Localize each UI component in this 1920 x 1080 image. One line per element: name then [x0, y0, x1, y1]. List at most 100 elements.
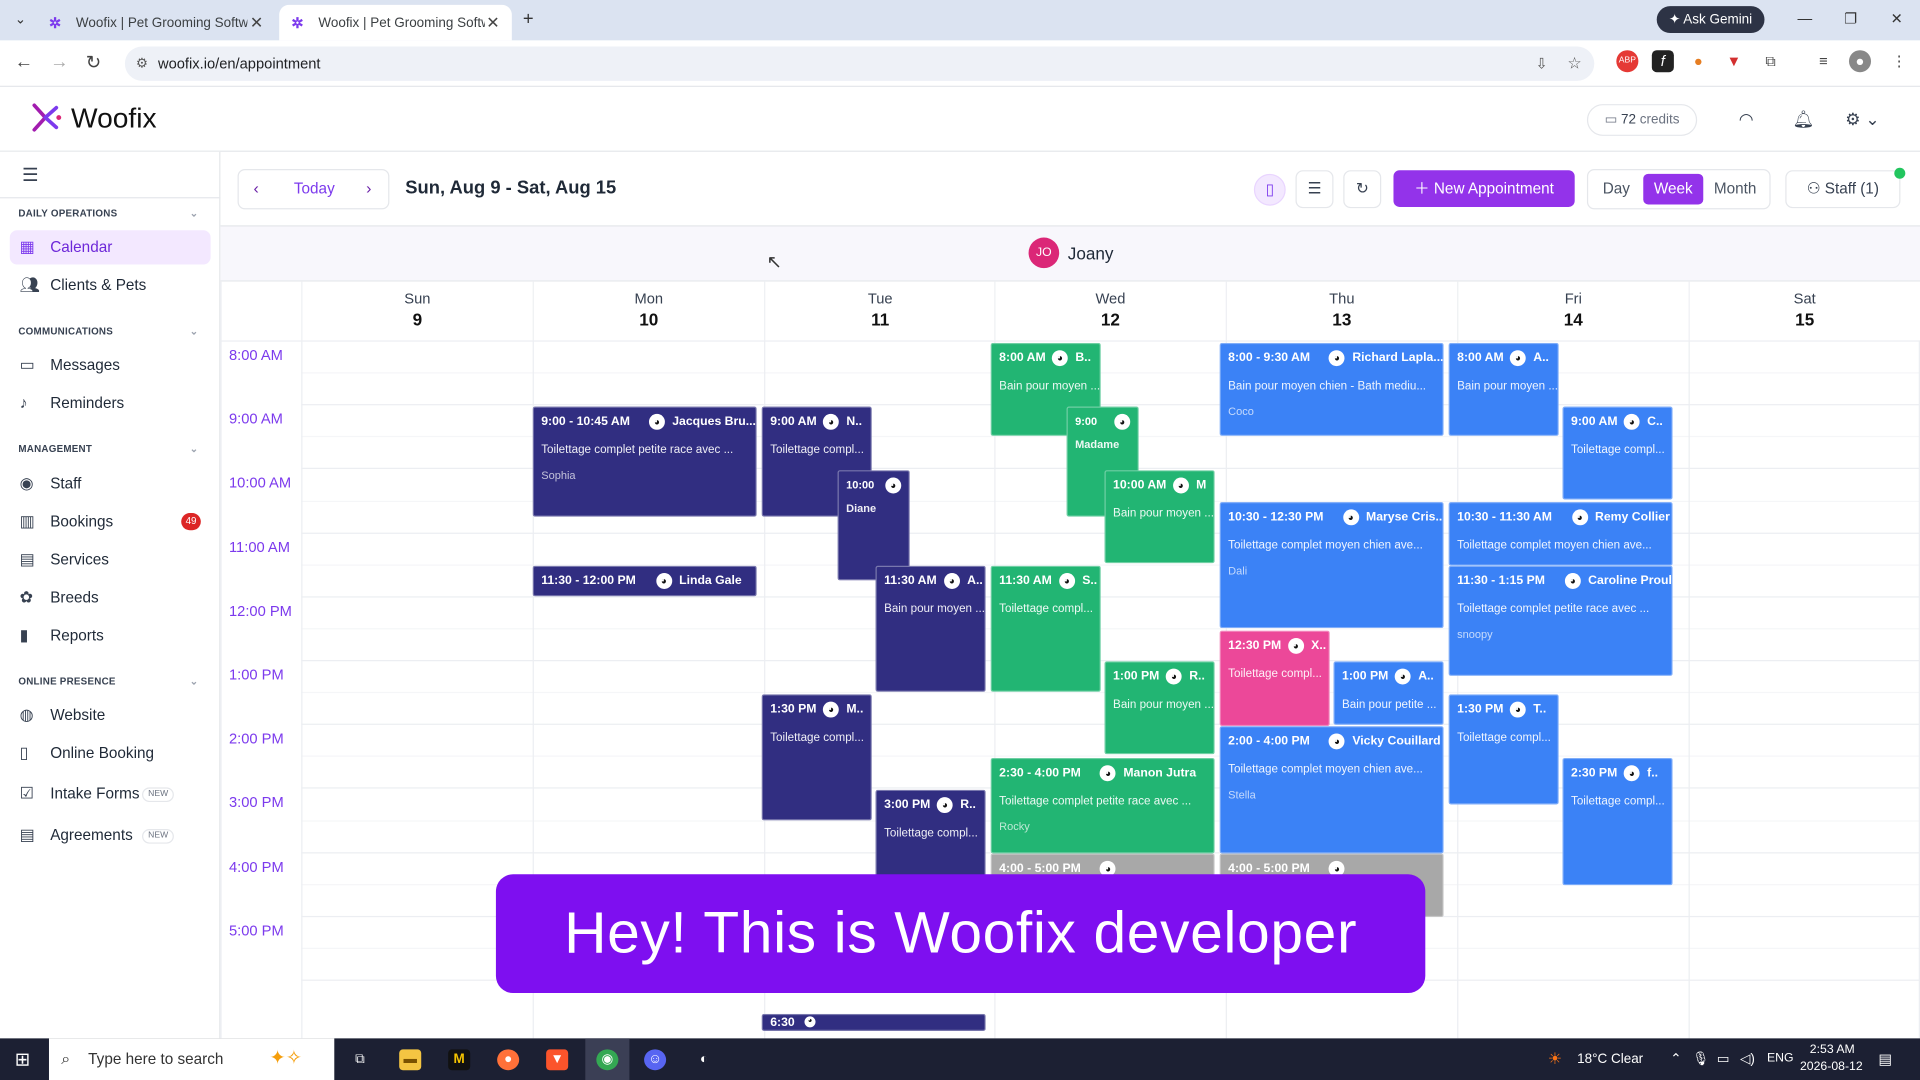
refresh-icon[interactable]: ↻: [1343, 170, 1382, 209]
sidebar-item-website[interactable]: ◍ Website: [10, 698, 211, 732]
next-week-icon[interactable]: ›: [366, 179, 371, 197]
volume-icon[interactable]: ◁): [1740, 1051, 1755, 1067]
appointment-card[interactable]: 1:00 PM ◕ A.. Bain pour petite ...: [1333, 661, 1444, 725]
ask-gemini-button[interactable]: ✦ Ask Gemini: [1656, 6, 1765, 34]
firefox-icon[interactable]: ●: [497, 1049, 520, 1071]
day-header-mon[interactable]: Mon 10: [532, 281, 764, 341]
appointment-card[interactable]: 2:30 - 4:00 PM ◕ Manon Jutra Toilettage com…: [990, 757, 1215, 854]
day-header-fri[interactable]: Fri 14: [1457, 281, 1688, 341]
profile-avatar[interactable]: ●: [1848, 50, 1872, 73]
chrome-icon[interactable]: ◉: [596, 1049, 619, 1071]
adblock-icon[interactable]: ABP: [1616, 50, 1639, 73]
appointment-card[interactable]: 8:00 AM ◕ A.. Bain pour moyen ...: [1448, 342, 1559, 436]
browser-tab-1[interactable]: ✲ Woofix | Pet Grooming Software ✕: [37, 5, 276, 41]
appointment-card[interactable]: 1:00 PM ◕ R.. Bain pour moyen ...: [1104, 661, 1215, 755]
extension-icon[interactable]: ●: [1687, 50, 1709, 72]
task-view-icon[interactable]: ⧉: [349, 1049, 371, 1070]
appointment-card[interactable]: 8:00 - 9:30 AM ◕ Richard Lapla... Bain pour…: [1219, 342, 1444, 436]
appointment-card[interactable]: 1:30 PM ◕ M.. Toilettage compl...: [761, 694, 872, 821]
install-app-icon[interactable]: ⇩: [1536, 47, 1548, 81]
support-headset-icon[interactable]: ◠: [1739, 109, 1754, 130]
today-button[interactable]: Today: [294, 180, 335, 197]
forward-icon[interactable]: →: [50, 51, 68, 72]
hamburger-menu-icon[interactable]: ☰: [22, 164, 38, 186]
url-field[interactable]: ⚙ woofix.io/en/appointment ⇩ ☆: [124, 46, 1595, 81]
site-settings-icon[interactable]: ⚙: [136, 47, 148, 81]
view-month-button[interactable]: Month: [1708, 174, 1762, 205]
appointment-card[interactable]: 10:00 AM ◕ M Bain pour moyen ...: [1104, 470, 1215, 564]
sidebar-item-online-booking[interactable]: ▯ Online Booking: [10, 736, 211, 770]
tab-list-icon[interactable]: ⌄: [15, 11, 26, 27]
notification-center-icon[interactable]: ▤: [1878, 1051, 1892, 1068]
close-tab-icon[interactable]: ✕: [486, 13, 499, 33]
tray-chevron-icon[interactable]: ⌃: [1670, 1051, 1681, 1067]
sidebar-item-reminders[interactable]: ♪ Reminders: [10, 386, 211, 420]
restore-icon[interactable]: ❐: [1844, 10, 1857, 27]
sidebar-item-services[interactable]: ▤ Services: [10, 542, 211, 576]
appointment-card[interactable]: 11:30 - 1:15 PM ◕ Caroline Proulx Toilettag…: [1448, 565, 1673, 676]
close-window-icon[interactable]: ✕: [1891, 10, 1903, 27]
steam-icon[interactable]: ◐: [693, 1049, 715, 1070]
clock-time[interactable]: 2:53 AM: [1810, 1043, 1855, 1056]
bookmark-star-icon[interactable]: ☆: [1567, 47, 1581, 81]
day-header-thu[interactable]: Thu 13: [1225, 281, 1457, 341]
appointment-card[interactable]: 2:00 - 4:00 PM ◕ Vicky Couillard Toilettage…: [1219, 726, 1444, 854]
appointment-card[interactable]: 10:00 ◕ Diane: [837, 470, 910, 581]
brave-icon[interactable]: ▼: [546, 1049, 569, 1071]
settings-gear-icon[interactable]: ⚙ ⌄: [1845, 109, 1879, 130]
section-daily-operations[interactable]: DAILY OPERATIONS ⌄: [18, 208, 198, 219]
close-tab-icon[interactable]: ✕: [250, 13, 263, 33]
file-explorer-icon[interactable]: ▬: [399, 1049, 422, 1071]
discord-icon[interactable]: ☺: [644, 1049, 667, 1071]
view-day-button[interactable]: Day: [1593, 174, 1640, 205]
appointment-card[interactable]: 10:30 - 11:30 AM ◕ Remy Collier Toilettage …: [1448, 502, 1673, 566]
sidebar-item-messages[interactable]: ▭ Messages: [10, 348, 211, 382]
app-m-icon[interactable]: M: [448, 1049, 471, 1071]
extensions-puzzle-icon[interactable]: ⧉: [1760, 50, 1782, 72]
browser-tab-2[interactable]: ✲ Woofix | Pet Grooming Software ✕: [279, 4, 512, 41]
sidebar-item-clients-pets[interactable]: 👥︎ Clients & Pets: [10, 268, 211, 302]
appointment-card[interactable]: 12:30 PM ◕ X.. Toilettage compl...: [1219, 630, 1330, 727]
sidebar-item-intake-forms[interactable]: ☑ Intake Forms NEW: [10, 776, 211, 810]
sidebar-item-breeds[interactable]: ✿ Breeds: [10, 580, 211, 614]
credits-pill[interactable]: ▭ 72 credits: [1586, 104, 1698, 136]
appointment-card[interactable]: 2:30 PM ◕ f.. Toilettage compl...: [1562, 757, 1673, 886]
day-header-tue[interactable]: Tue 11: [764, 281, 995, 341]
appointment-card[interactable]: 11:30 - 12:00 PM ◕ Linda Gale: [532, 565, 757, 597]
sidebar-item-staff[interactable]: ◉ Staff: [10, 467, 211, 501]
appointment-card[interactable]: 1:30 PM ◕ T.. Toilettage compl...: [1448, 694, 1559, 805]
sidebar-item-reports[interactable]: ▮ Reports: [10, 618, 211, 652]
appointment-card[interactable]: 9:00 - 10:45 AM ◕ Jacques Bru... Toilettage…: [532, 406, 757, 517]
section-management[interactable]: MANAGEMENT ⌄: [18, 443, 198, 454]
filter-sliders-icon[interactable]: ☰: [1295, 170, 1334, 209]
reload-icon[interactable]: ↻: [86, 51, 101, 74]
new-tab-icon[interactable]: +: [523, 9, 534, 30]
day-header-wed[interactable]: Wed 12: [994, 281, 1225, 341]
staff-avatar[interactable]: JO: [1028, 237, 1060, 269]
section-communications[interactable]: COMMUNICATIONS ⌄: [18, 326, 198, 337]
network-icon[interactable]: ▭: [1717, 1051, 1730, 1067]
weather-text[interactable]: 18°C Clear: [1577, 1052, 1643, 1067]
day-header-sun[interactable]: Sun 9: [301, 281, 532, 341]
day-header-sat[interactable]: Sat 15: [1688, 281, 1920, 341]
appointment-card[interactable]: 11:30 AM ◕ A.. Bain pour moyen ...: [875, 565, 986, 692]
sidebar-item-calendar[interactable]: ▦ Calendar: [9, 230, 211, 265]
back-icon[interactable]: ←: [15, 51, 33, 72]
font-extension-icon[interactable]: f: [1651, 50, 1674, 73]
new-appointment-button[interactable]: ＋ New Appointment: [1393, 170, 1575, 207]
reading-list-icon[interactable]: ≡: [1812, 50, 1834, 72]
appointment-card[interactable]: 9:00 AM ◕ C.. Toilettage compl...: [1562, 406, 1673, 500]
taskbar-search-box[interactable]: ⌕ Type here to search ✦✧: [48, 1038, 335, 1080]
clock-date[interactable]: 2026-08-12: [1800, 1060, 1863, 1073]
windows-start-icon[interactable]: ⊞: [15, 1048, 30, 1070]
previous-week-icon[interactable]: ‹: [253, 179, 258, 197]
staff-filter-button[interactable]: ⚇ Staff (1): [1785, 170, 1901, 209]
view-week-button[interactable]: Week: [1643, 173, 1704, 205]
appointment-card[interactable]: 10:30 - 12:30 PM ◕ Maryse Cris... Toilettag…: [1219, 502, 1444, 629]
section-online-presence[interactable]: ONLINE PRESENCE ⌄: [18, 676, 198, 687]
appointment-card[interactable]: 6:30 ◕: [761, 1013, 986, 1032]
sidebar-item-bookings[interactable]: ▥ Bookings 49: [10, 504, 211, 538]
notifications-bell-icon[interactable]: 🔔︎: [1793, 109, 1815, 130]
appointment-card[interactable]: 11:30 AM ◕ S.. Toilettage compl...: [990, 565, 1101, 692]
microphone-icon[interactable]: 🎙︎: [1692, 1051, 1709, 1067]
